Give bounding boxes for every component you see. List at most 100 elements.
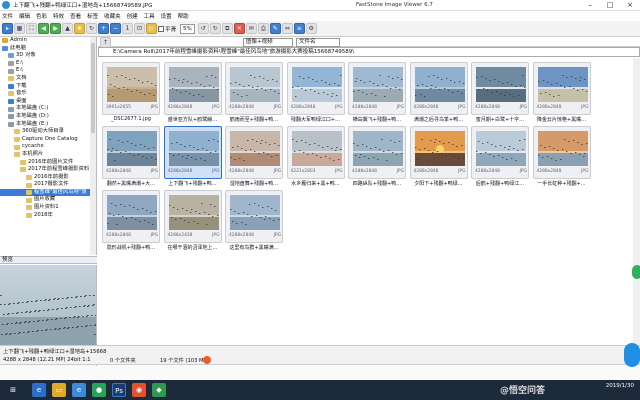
fit-icon[interactable]: ⊡ (134, 23, 145, 34)
thumbnail-item[interactable]: 3901x2655 JPG _DSC2677.1.jpg (102, 62, 160, 122)
tree-item[interactable]: Admin (0, 37, 96, 45)
compare-icon[interactable]: ⇔ (281, 23, 293, 34)
rotate-right-icon[interactable]: ↻ (209, 23, 221, 34)
thumbnail-photo (168, 67, 219, 102)
task-photoshop-icon[interactable]: Ps (112, 383, 126, 397)
task-explorer-icon[interactable]: ▭ (52, 383, 66, 397)
menu-view[interactable]: 查看 (70, 12, 81, 20)
thumbnail-item[interactable]: 4288x2848 JPG 鹤雨而至+残翻+鸭… (225, 62, 283, 123)
tree-item[interactable]: 2016年前图片文件 (0, 159, 96, 167)
thumbnail-frame: 4288x2848 JPG (163, 62, 222, 115)
thumbnail-item[interactable]: 4288x2848 JPG 一手长虹种+残翻+… (532, 126, 591, 187)
thumbnail-item[interactable]: 4288x2848 JPG 满潮之后寻鸟季+鸭… (409, 62, 468, 123)
tree-item[interactable]: 此电脑 (0, 45, 96, 53)
rotate-left-icon[interactable]: ↺ (197, 23, 209, 34)
minimize-button[interactable]: – (580, 0, 600, 11)
refresh-icon[interactable]: ↻ (86, 23, 97, 34)
tree-item[interactable]: 2017摄影文件 (0, 181, 96, 189)
close-button[interactable]: × (620, 0, 640, 11)
tree-item[interactable]: 3D 对象 (0, 52, 96, 60)
tree-item[interactable]: 2018年 (0, 212, 96, 220)
tree-item[interactable]: cycache (0, 143, 96, 151)
zoom-select[interactable]: 5% (180, 23, 195, 34)
tree-item[interactable]: E:\ (0, 67, 96, 75)
copy-icon[interactable]: ⧉ (221, 23, 233, 34)
thumbnail-item[interactable]: 4288x2848 JPG 横岛翼飞+残翻+鸭… (348, 62, 406, 123)
thumbnail-item[interactable]: 4288x2848 JPG 降金云片惊艳+黑嘴… (532, 62, 591, 123)
thumbnail-item[interactable]: 4288x2428 JPG 在哪干涸的沼泽地上… (163, 190, 222, 251)
thumbnail-item[interactable]: 4288x2848 JPG 盛世亚方队+鸥鹭翩… (163, 62, 222, 123)
thumbnail-item[interactable]: 4288x2848 JPG 上下翻飞+残翻+鸭… (163, 126, 222, 187)
favorites-icon[interactable]: ★ (74, 23, 85, 34)
assistant-icon[interactable] (624, 343, 640, 367)
maximize-button[interactable]: □ (600, 0, 620, 11)
sort-select[interactable]: 文件名 (296, 38, 340, 47)
folder-open-icon[interactable]: ▸ (2, 23, 13, 34)
menu-color[interactable]: 色彩 (36, 12, 47, 20)
tree-item[interactable]: 2017年前程雪峰摄影资料 (0, 166, 96, 174)
thumbnail-item[interactable]: 4288x2848 JPG 这里有鸟群+黑嘴满… (225, 190, 283, 251)
tree-item[interactable]: Capture One Catalog (0, 136, 96, 144)
tree-item[interactable]: 本地磁盘 (D:) (0, 113, 96, 121)
tree-item[interactable]: 图片资料1 (0, 204, 96, 212)
task-edge-icon[interactable]: e (72, 383, 86, 397)
tree-item[interactable]: 下载 (0, 83, 96, 91)
menu-tools[interactable]: 工具 (144, 12, 155, 20)
windows-start-icon[interactable]: ⊞ (6, 383, 20, 397)
thumbnail-item[interactable]: 4288x2848 JPG 隐形战机+残翻+鸭… (102, 190, 160, 251)
thumbnail-item[interactable]: 4221x2803 JPG 水乡雁归来+黑+鸭… (286, 126, 345, 187)
menu-effects[interactable]: 特效 (53, 12, 64, 20)
menu-file[interactable]: 文件 (2, 12, 13, 20)
thumbnail-item[interactable]: 4288x2848 JPG 四路纵队+残翻+鸭… (348, 126, 406, 187)
thumbnail-item[interactable]: 4288x2848 JPG 湿地盘舞+残翻+鸭… (225, 126, 283, 187)
email-icon[interactable]: ✉ (245, 23, 257, 34)
edit-icon[interactable]: ✎ (269, 23, 281, 34)
menu-tags[interactable]: 标签 (87, 12, 98, 20)
thumbnail-item[interactable]: 4288x2848 JPG 残翻大军鸭绿江口+… (286, 62, 345, 123)
menu-settings[interactable]: 设置 (161, 12, 172, 20)
filter-select[interactable]: 图像+视频 (243, 38, 293, 47)
tree-item[interactable]: 本地磁盘 (E:) (0, 121, 96, 129)
side-widget-icon[interactable] (632, 265, 640, 279)
slideshow-icon[interactable]: ▷ (146, 23, 157, 34)
task-faststone-icon[interactable]: ◉ (132, 383, 146, 397)
smooth-checkbox[interactable]: 平滑 (158, 25, 176, 33)
menu-favorites[interactable]: 收藏夹 (104, 12, 121, 20)
tree-item[interactable]: 360驱动大师目录 (0, 128, 96, 136)
tree-scrollbar[interactable] (90, 37, 96, 255)
menu-edit[interactable]: 编辑 (19, 12, 30, 20)
thumbnail-caption: 一手长虹种+残翻+… (537, 181, 586, 187)
tree-item[interactable]: 本机照片 (0, 151, 96, 159)
sogou-icon[interactable] (203, 356, 211, 364)
thumbnail-dimensions: 4288x2848 (413, 169, 439, 174)
tree-item[interactable]: E:\ (0, 60, 96, 68)
zoom-in-icon[interactable]: + (98, 23, 109, 34)
up-arrow-icon[interactable]: ↑ (100, 36, 111, 48)
menu-create[interactable]: 创建 (127, 12, 138, 20)
forward-icon[interactable]: ▶ (50, 23, 61, 34)
task-app2-icon[interactable]: ◆ (152, 383, 166, 397)
tree-item[interactable]: 本地磁盘 (C:) (0, 105, 96, 113)
tree-item[interactable]: 图片收藏 (0, 196, 96, 204)
tree-item[interactable]: 文档 (0, 75, 96, 83)
fullscreen-icon[interactable]: ⛶ (26, 23, 37, 34)
thumbnail-item[interactable]: 4288x2848 JPG 翻然+黑嘴满潮+大… (102, 126, 160, 187)
back-icon[interactable]: ◀ (38, 23, 49, 34)
print-icon[interactable]: ⎙ (257, 23, 269, 34)
thumbnail-item[interactable]: 4288x2848 JPG 后鹤+残翻+鸭绿江… (471, 126, 529, 187)
task-ie-icon[interactable]: e (32, 383, 46, 397)
grid-scrollbar[interactable] (633, 58, 640, 345)
tree-item[interactable]: 音乐 (0, 90, 96, 98)
zoom-out-icon[interactable]: − (110, 23, 121, 34)
task-app-icon[interactable]: ● (92, 383, 106, 397)
thumbnail-item[interactable]: 4288x2848 JPG 夕阳下+残翻+鸭绿… (409, 126, 468, 187)
settings-icon[interactable]: ⚙ (305, 23, 317, 34)
menu-help[interactable]: 帮助 (178, 12, 189, 20)
delete-icon[interactable]: ✕ (233, 23, 245, 34)
up-folder-icon[interactable]: ▲ (62, 23, 73, 34)
thumbnail-item[interactable]: 4288x2848 JPG 蜜月期+白鹭+十字… (471, 62, 529, 123)
browse-icon[interactable]: ▦ (14, 23, 25, 34)
path-input[interactable]: E:\Camera Roll\2017年前程雪峰摄影资料\程雪峰"最佳风鸟地"旅… (98, 47, 640, 57)
batch-icon[interactable]: ≡ (293, 23, 305, 34)
actual-size-icon[interactable]: 1 (122, 23, 133, 34)
